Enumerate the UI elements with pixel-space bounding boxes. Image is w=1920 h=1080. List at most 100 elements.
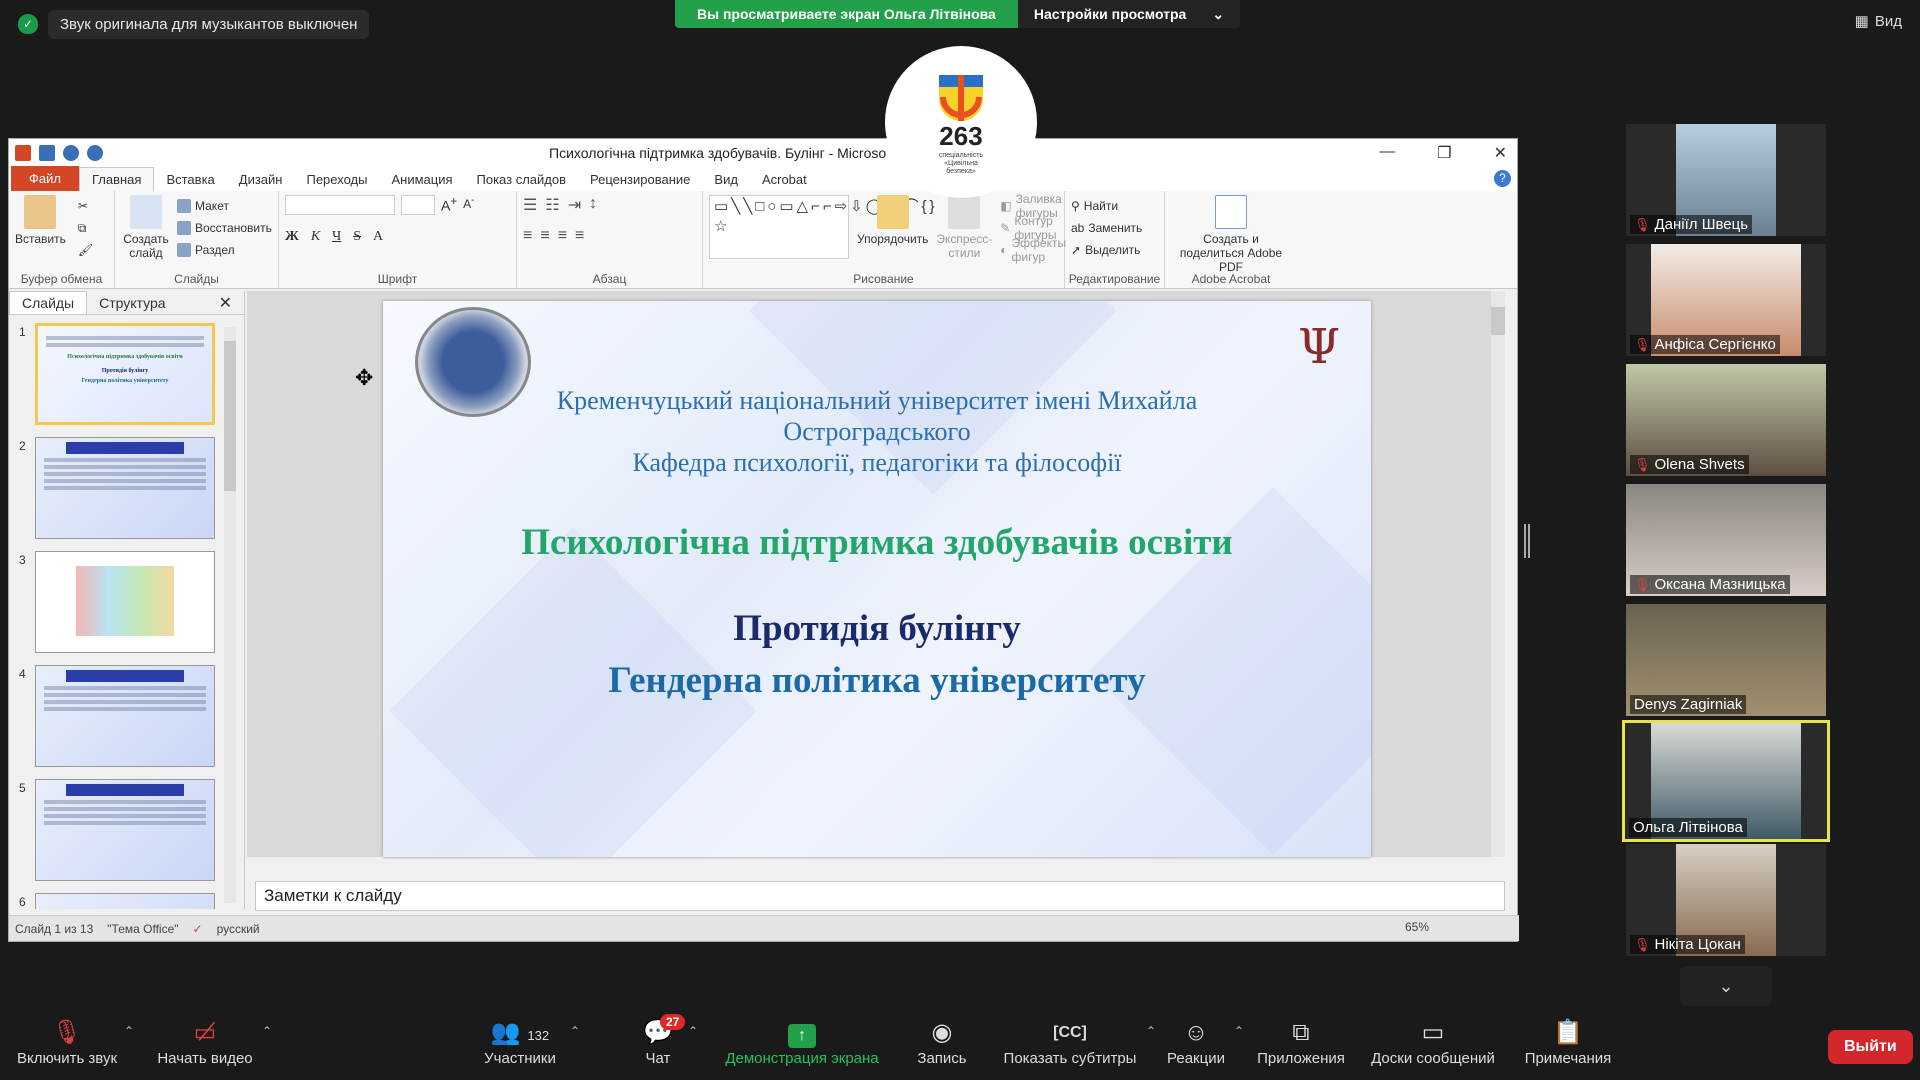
- start-video-button[interactable]: ▭̸ Начать видео ⌃: [150, 1016, 272, 1067]
- tab-file[interactable]: Файл: [11, 166, 79, 191]
- participant-tile[interactable]: Denys Zagirniak: [1626, 604, 1826, 716]
- scroll-participants-down-button[interactable]: ⌄: [1680, 966, 1772, 1006]
- numbering-icon[interactable]: ☷: [545, 195, 559, 215]
- mic-muted-icon: 🎙: [1634, 936, 1651, 952]
- slide-thumbnail[interactable]: 2: [9, 437, 219, 547]
- chevron-up-icon[interactable]: ⌃: [262, 1024, 272, 1038]
- zoom-level[interactable]: 65%: [1405, 920, 1429, 934]
- tab-insert[interactable]: Вставка: [154, 168, 226, 191]
- language[interactable]: русский: [217, 922, 260, 936]
- font-size-select[interactable]: [401, 195, 435, 215]
- participant-tile[interactable]: 🎙 Даніїл Швець: [1626, 124, 1826, 236]
- tab-animation[interactable]: Анимация: [379, 168, 464, 191]
- minimize-icon[interactable]: —: [1379, 143, 1395, 163]
- spellcheck-icon[interactable]: ✓: [193, 922, 203, 936]
- view-button[interactable]: ▦ Вид: [1855, 12, 1902, 31]
- shape-effects-button[interactable]: ◐ Эффекты фигур: [1000, 236, 1066, 264]
- tab-design[interactable]: Дизайн: [227, 168, 295, 191]
- chevron-up-icon[interactable]: ⌃: [124, 1024, 134, 1038]
- bold-icon[interactable]: Ж: [285, 229, 299, 245]
- paste-button[interactable]: Вставить: [15, 195, 66, 261]
- slide-thumbnail[interactable]: 1 Психологічна підтримка здобувачів осві…: [9, 323, 219, 433]
- redo-icon[interactable]: [87, 145, 103, 161]
- unmute-button[interactable]: 🎙 Включить звук ⌃: [12, 1016, 134, 1067]
- section-button[interactable]: Раздел: [177, 239, 272, 261]
- tab-view[interactable]: Вид: [702, 168, 750, 191]
- whiteboards-button[interactable]: ▭ Доски сообщений: [1366, 1016, 1500, 1067]
- align-right-icon[interactable]: ≡: [558, 227, 567, 245]
- underline-icon[interactable]: Ч: [332, 229, 341, 245]
- align-left-icon[interactable]: ≡: [523, 227, 532, 245]
- font-name-select[interactable]: [285, 195, 395, 215]
- tab-outline[interactable]: Структура: [87, 292, 177, 314]
- replace-button[interactable]: ab Заменить: [1071, 217, 1158, 239]
- notes-button[interactable]: 📋 Примечания: [1520, 1016, 1616, 1067]
- view-options-button[interactable]: Настройки просмотра ⌄: [1017, 0, 1241, 28]
- thumbnail-scrollbar[interactable]: [224, 327, 236, 903]
- leave-button[interactable]: Выйти: [1828, 1030, 1913, 1064]
- captions-button[interactable]: [CC] Показать субтитры ⌃: [1000, 1016, 1156, 1067]
- tab-review[interactable]: Рецензирование: [578, 168, 702, 191]
- layout-button[interactable]: Макет: [177, 195, 272, 217]
- slide-thumbnail[interactable]: 5: [9, 779, 219, 889]
- chevron-up-icon[interactable]: ⌃: [688, 1024, 698, 1038]
- slide-thumbnail[interactable]: 3: [9, 551, 219, 661]
- select-button[interactable]: ➚ Выделить: [1071, 239, 1158, 261]
- chevron-down-icon: ⌄: [1718, 976, 1734, 996]
- shrink-font-icon[interactable]: A-: [463, 195, 474, 215]
- panel-resize-handle[interactable]: [1524, 524, 1530, 558]
- strikethrough-icon[interactable]: S: [353, 229, 361, 245]
- quick-styles-button[interactable]: Экспресс-стили: [936, 195, 992, 284]
- civil-safety-emblem-icon: [939, 74, 983, 121]
- undo-icon[interactable]: [63, 145, 79, 161]
- reset-button[interactable]: Восстановить: [177, 217, 272, 239]
- close-icon[interactable]: ✕: [1494, 143, 1507, 163]
- tab-slideshow[interactable]: Показ слайдов: [465, 168, 579, 191]
- restore-icon[interactable]: ❐: [1437, 143, 1451, 163]
- share-screen-button[interactable]: ↑ Демонстрация экрана: [722, 1016, 882, 1067]
- format-painter-icon[interactable]: 🖌: [78, 239, 93, 261]
- font-color-icon[interactable]: A: [373, 229, 383, 245]
- shapes-gallery[interactable]: ▭╲╲□○▭△⌐⌐⇨⇩◯⌒⌒{}☆: [709, 195, 935, 259]
- help-icon[interactable]: ?: [1494, 170, 1511, 187]
- tab-home[interactable]: Главная: [78, 167, 155, 191]
- reactions-button[interactable]: ☺ Реакции ⌃: [1166, 1016, 1244, 1067]
- tab-transitions[interactable]: Переходы: [294, 168, 379, 191]
- close-panel-icon[interactable]: ✕: [219, 293, 232, 313]
- find-button[interactable]: ⚲ Найти: [1071, 195, 1158, 217]
- slide-notes[interactable]: Заметки к слайду: [255, 881, 1505, 911]
- slide-scrollbar[interactable]: [1491, 291, 1505, 857]
- current-slide[interactable]: Ψ Кременчуцький національний університет…: [383, 301, 1371, 857]
- cc-icon: [CC]: [1053, 1024, 1087, 1041]
- apps-button[interactable]: ⧉ Приложения: [1256, 1016, 1346, 1067]
- slide-thumbnail[interactable]: 6: [9, 893, 219, 909]
- chevron-up-icon[interactable]: ⌃: [1146, 1024, 1156, 1038]
- participant-tile[interactable]: 🎙 Анфіса Сергієнко: [1626, 244, 1826, 356]
- chat-button[interactable]: 💬 27 Чат ⌃: [638, 1014, 698, 1067]
- chevron-up-icon[interactable]: ⌃: [1234, 1024, 1244, 1038]
- participants-button[interactable]: 👥 132 Участники ⌃: [476, 1016, 580, 1067]
- bullets-icon[interactable]: ☰: [523, 195, 537, 215]
- chevron-up-icon[interactable]: ⌃: [570, 1024, 580, 1038]
- create-pdf-button[interactable]: Создать и поделиться Adobe PDF: [1171, 195, 1291, 274]
- new-slide-button[interactable]: Создать слайд: [121, 195, 171, 284]
- arrange-button[interactable]: Упорядочить: [857, 195, 928, 284]
- indent-icon[interactable]: ⇥: [568, 195, 581, 215]
- record-button[interactable]: ◉ Запись: [912, 1016, 972, 1067]
- grow-font-icon[interactable]: A+: [441, 195, 457, 215]
- tab-acrobat[interactable]: Acrobat: [750, 168, 819, 191]
- save-icon[interactable]: [39, 145, 55, 161]
- copy-icon[interactable]: ⧉: [78, 217, 93, 239]
- justify-icon[interactable]: ≡: [575, 227, 584, 245]
- participant-tile[interactable]: 🎙 Olena Shvets: [1626, 364, 1826, 476]
- italic-icon[interactable]: К: [311, 229, 320, 245]
- tab-slides[interactable]: Слайды: [9, 291, 88, 314]
- participant-tile-active-speaker[interactable]: Ольга Літвінова: [1622, 720, 1830, 842]
- participant-tile[interactable]: 🎙 Оксана Мазницька: [1626, 484, 1826, 596]
- notes-icon: 📋: [1553, 1019, 1583, 1046]
- line-spacing-icon[interactable]: ↕: [589, 195, 597, 215]
- participant-tile[interactable]: 🎙 Нікіта Цокан: [1626, 844, 1826, 956]
- align-center-icon[interactable]: ≡: [540, 227, 549, 245]
- slide-thumbnail[interactable]: 4: [9, 665, 219, 775]
- cut-icon[interactable]: ✂: [78, 195, 93, 217]
